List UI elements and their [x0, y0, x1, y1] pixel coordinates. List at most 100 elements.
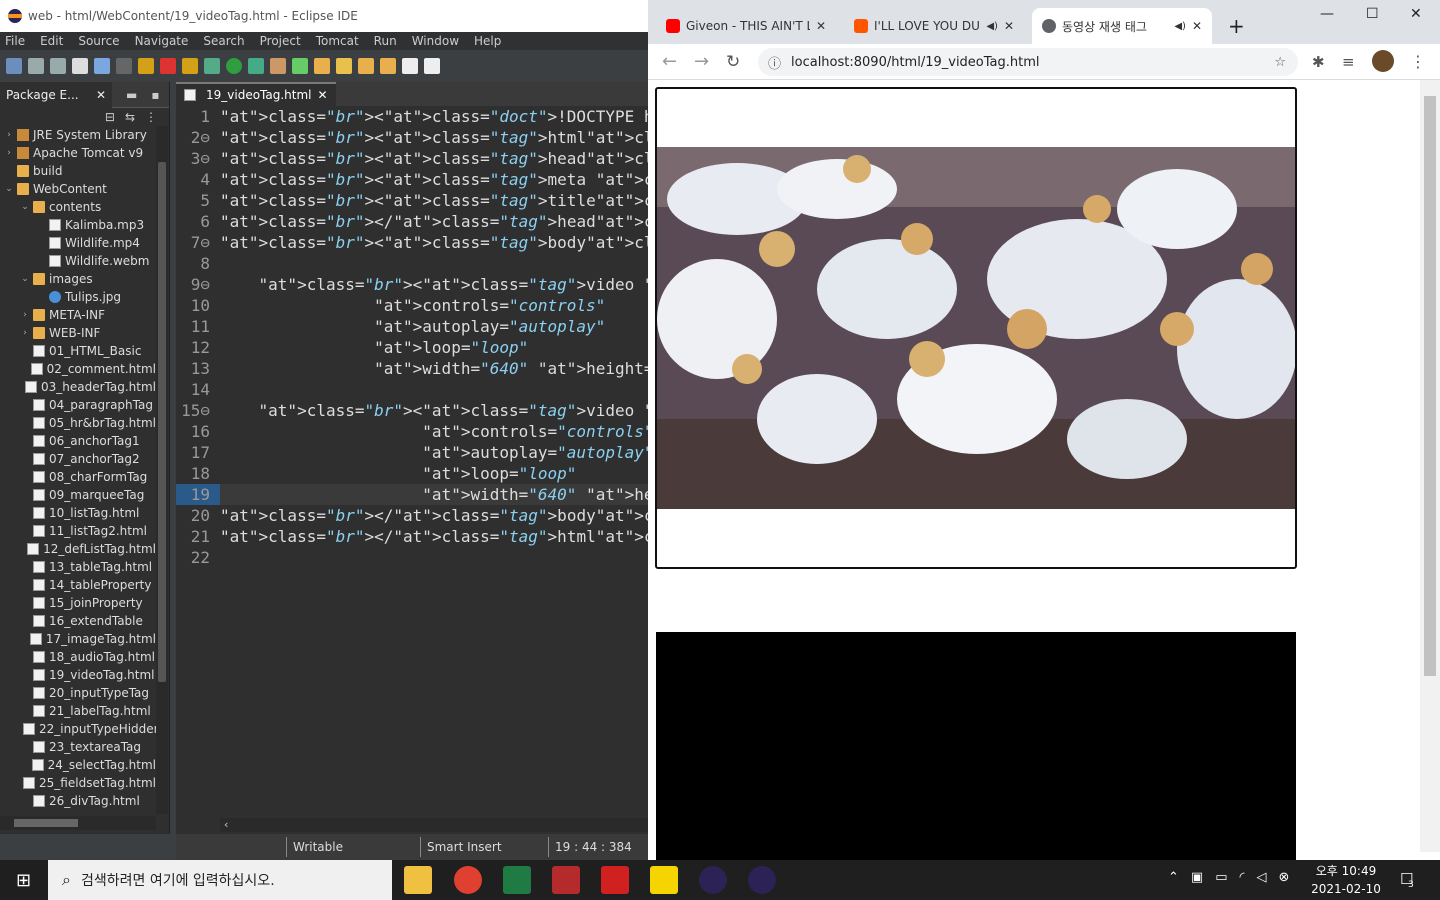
tree-item[interactable]: 09_marqueeTag	[0, 486, 156, 504]
tree-item[interactable]: ⌄ WebContent	[0, 180, 156, 198]
tree-item[interactable]: 21_labelTag.html	[0, 702, 156, 720]
tree-item[interactable]: › Apache Tomcat v9	[0, 144, 156, 162]
editor-horizontal-scrollbar[interactable]: ‹	[220, 818, 648, 832]
acrobat-icon[interactable]	[601, 866, 629, 894]
code-line[interactable]: "at">class="br"><"at">class="doct">!DOCT…	[220, 106, 648, 127]
browser-tab[interactable]: I'LL LOVE YOU DU ◀) ✕	[844, 8, 1024, 44]
taskbar-search[interactable]: ⌕ 검색하려면 여기에 입력하십시오.	[48, 860, 392, 900]
tree-item[interactable]: Wildlife.mp4	[0, 234, 156, 252]
code-line[interactable]: "at">controls="controls"	[220, 295, 648, 316]
battery-icon[interactable]: ▭	[1215, 870, 1227, 885]
link-with-editor-icon[interactable]: ⇆	[125, 110, 135, 124]
tomcat-stop-icon[interactable]	[160, 58, 176, 74]
tree-vertical-scrollbar[interactable]	[156, 126, 168, 814]
page-scrollbar[interactable]	[1420, 80, 1440, 852]
tree-item[interactable]: 19_videoTag.html	[0, 666, 156, 684]
debug-icon[interactable]	[204, 58, 220, 74]
code-text-area[interactable]: "at">class="br"><"at">class="doct">!DOCT…	[220, 106, 648, 806]
tree-item[interactable]: 20_inputTypeTag	[0, 684, 156, 702]
start-windows-icon[interactable]: ⊞	[16, 870, 31, 891]
maximize-button[interactable]: ☐	[1366, 6, 1379, 22]
tree-item[interactable]: ⌄ images	[0, 270, 156, 288]
address-bar[interactable]: ⓘ localhost:8090/html/19_videoTag.html ☆	[758, 48, 1298, 76]
code-line[interactable]: "at">class="br"><"at">class="tag">html"a…	[220, 127, 648, 148]
avatar[interactable]	[1372, 50, 1394, 72]
new-server-icon[interactable]	[270, 58, 286, 74]
code-line[interactable]: "at">autoplay="autoplay"	[220, 316, 648, 337]
back-icon[interactable]: ←	[662, 51, 677, 72]
tree-item[interactable]: 04_paragraphTag	[0, 396, 156, 414]
code-line[interactable]: "at">class="br"></"at">class="tag">html"…	[220, 526, 648, 547]
scrollbar-thumb[interactable]	[14, 819, 78, 827]
maximize-icon[interactable]: ▪	[151, 88, 159, 102]
expand-chevron-icon[interactable]: ⌄	[4, 184, 14, 194]
package-explorer-tab[interactable]: Package E... ✕	[0, 81, 112, 108]
expand-chevron-icon[interactable]: ›	[20, 310, 30, 320]
tree-item[interactable]: 25_fieldsetTag.html	[0, 774, 156, 792]
tree-item[interactable]: 26_divTag.html	[0, 792, 156, 810]
tree-item[interactable]: 17_imageTag.html	[0, 630, 156, 648]
back-arrow-icon[interactable]	[402, 58, 418, 74]
video-player-2[interactable]	[656, 632, 1296, 860]
forward-nav-icon[interactable]	[380, 58, 396, 74]
new-tab-button[interactable]: +	[1228, 14, 1245, 38]
chrome-icon[interactable]	[454, 866, 482, 894]
pen-icon[interactable]	[336, 58, 352, 74]
new-icon[interactable]	[6, 58, 22, 74]
speaker-icon[interactable]: ◀)	[1174, 21, 1186, 32]
tree-item[interactable]: Kalimba.mp3	[0, 216, 156, 234]
menu-item-edit[interactable]: Edit	[35, 34, 73, 48]
code-line[interactable]: "at">width="640" "at">height="480""at">c…	[220, 358, 648, 379]
menu-item-search[interactable]: Search	[198, 34, 254, 48]
code-line[interactable]: "at">loop="loop"	[220, 337, 648, 358]
tree-item[interactable]: 12_defListTag.html	[0, 540, 156, 558]
minimize-button[interactable]: —	[1320, 6, 1334, 22]
print-icon[interactable]	[72, 58, 88, 74]
tree-horizontal-scrollbar[interactable]	[0, 816, 156, 830]
save-icon[interactable]	[28, 58, 44, 74]
minimize-icon[interactable]: ▬	[126, 88, 137, 102]
refresh-icon[interactable]	[292, 58, 308, 74]
editor-tab[interactable]: 19_videoTag.html ✕	[176, 82, 336, 106]
open-folder-icon[interactable]	[314, 58, 330, 74]
code-line[interactable]: "at">class="br"><"at">class="tag">head"a…	[220, 148, 648, 169]
scrollbar-thumb[interactable]	[1424, 96, 1436, 676]
window-close-button[interactable]: ✕	[1410, 6, 1422, 22]
sticky-notes-icon[interactable]	[650, 866, 678, 894]
reload-icon[interactable]: ↻	[726, 52, 740, 72]
external-tools-icon[interactable]	[248, 58, 264, 74]
menu-item-project[interactable]: Project	[255, 34, 311, 48]
expand-chevron-icon[interactable]: ›	[20, 328, 30, 338]
code-line[interactable]: "at">class="br"><"at">class="tag">body"a…	[220, 232, 648, 253]
menu-item-file[interactable]: File	[0, 34, 35, 48]
code-line[interactable]: "at">controls="controls"	[220, 421, 648, 442]
tree-item[interactable]: 10_listTag.html	[0, 504, 156, 522]
code-line[interactable]: "at">class="br"><"at">class="tag">title"…	[220, 190, 648, 211]
tree-item[interactable]: 06_anchorTag1	[0, 432, 156, 450]
collapse-all-icon[interactable]: ⊟	[105, 110, 115, 124]
tomcat-restart-icon[interactable]	[182, 58, 198, 74]
code-line[interactable]: "at">autoplay="autoplay"	[220, 442, 648, 463]
media-control-icon[interactable]: ≡	[1342, 53, 1355, 71]
forward-arrow-icon[interactable]	[424, 58, 440, 74]
close-icon[interactable]: ✕	[96, 88, 106, 102]
expand-chevron-icon[interactable]: ›	[4, 130, 14, 140]
code-line[interactable]: "at">class="br"></"at">class="tag">head"…	[220, 211, 648, 232]
code-line[interactable]	[220, 253, 648, 274]
menu-item-navigate[interactable]: Navigate	[130, 34, 199, 48]
speaker-icon[interactable]: ◀)	[986, 21, 998, 32]
tree-item[interactable]: 03_headerTag.html	[0, 378, 156, 396]
bookmark-star-icon[interactable]: ☆	[1274, 55, 1286, 70]
video-player-1[interactable]	[655, 87, 1297, 569]
tree-item[interactable]: › META-INF	[0, 306, 156, 324]
close-icon[interactable]: ✕	[318, 88, 328, 102]
tree-item[interactable]: 15_joinProperty	[0, 594, 156, 612]
forward-icon[interactable]: →	[694, 51, 709, 72]
menu-item-source[interactable]: Source	[73, 34, 129, 48]
access-icon[interactable]	[552, 866, 580, 894]
tree-item[interactable]: › WEB-INF	[0, 324, 156, 342]
wifi-icon[interactable]: ◜	[1240, 870, 1245, 885]
tree-item[interactable]: ⌄ contents	[0, 198, 156, 216]
expand-chevron-icon[interactable]: ⌄	[20, 202, 30, 212]
code-line[interactable]	[220, 547, 648, 568]
